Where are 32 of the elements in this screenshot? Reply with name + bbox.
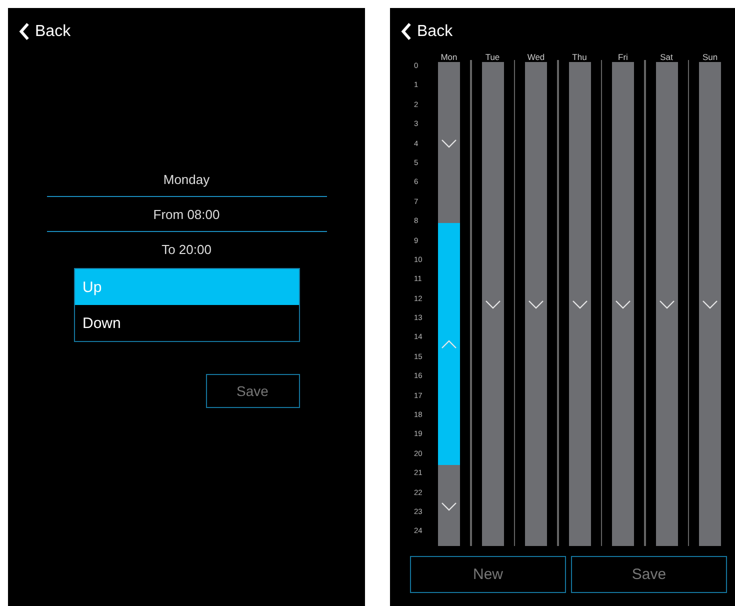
day-label: Fri (618, 52, 628, 62)
hour-slot[interactable] (482, 304, 504, 324)
down-chevron-icon (658, 300, 674, 309)
day-label: Tue (485, 52, 500, 62)
day-label: Monday (162, 170, 211, 189)
down-chevron-icon (441, 502, 457, 511)
save-button[interactable]: Save (571, 556, 727, 593)
down-chevron-icon (615, 300, 631, 309)
to-time[interactable]: To 20:00 (46, 232, 326, 266)
hour-slot[interactable] (482, 284, 504, 304)
day-label: Wed (527, 52, 545, 62)
down-chevron-icon (572, 300, 588, 309)
new-button[interactable]: New (410, 556, 566, 593)
from-time[interactable]: From 08:00 (46, 197, 326, 231)
back-chevron-icon (400, 22, 412, 41)
down-chevron-icon (484, 300, 500, 309)
hour-slot[interactable] (568, 284, 590, 304)
day-label: Sun (702, 52, 718, 62)
down-chevron-icon (702, 300, 718, 309)
down-chevron-icon (441, 138, 457, 148)
hour-slot[interactable] (568, 304, 590, 324)
hour-slot[interactable] (656, 304, 678, 324)
back-button[interactable]: Back (18, 22, 71, 41)
day-label: Mon (440, 52, 458, 62)
back-button[interactable]: Back (400, 22, 453, 41)
up-chevron-icon (441, 340, 457, 350)
save-button[interactable]: Save (206, 374, 300, 408)
back-chevron-icon (18, 22, 30, 41)
day-label: Thu (572, 52, 587, 62)
down-chevron-icon (528, 300, 544, 309)
hour-slot[interactable] (656, 284, 678, 304)
day-label: Sat (660, 52, 673, 62)
